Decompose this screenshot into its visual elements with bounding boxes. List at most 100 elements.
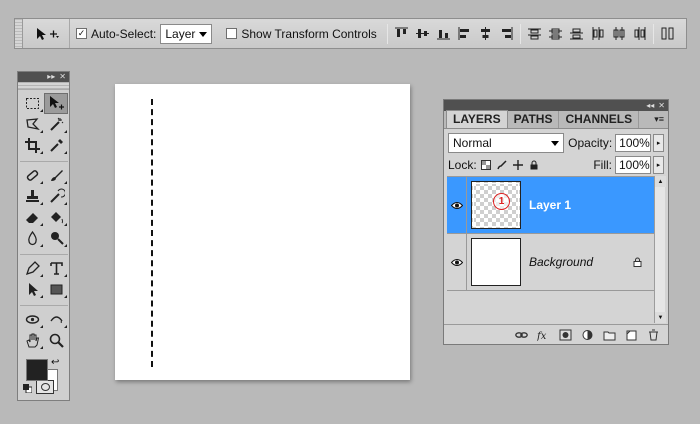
foreground-color-swatch[interactable] <box>26 359 48 381</box>
eraser-tool[interactable] <box>20 207 44 228</box>
quick-mask-icon <box>40 383 50 391</box>
lock-image-pixels-icon[interactable] <box>496 160 507 170</box>
hand-tool[interactable] <box>20 330 44 351</box>
magic-wand-tool[interactable] <box>44 114 68 135</box>
distribute-left-icon[interactable] <box>590 26 605 41</box>
default-colors-icon[interactable] <box>23 384 32 393</box>
distribute-top-icon[interactable] <box>527 26 542 41</box>
tools-panel-titlebar[interactable]: ▸▸ ✕ <box>18 72 69 82</box>
layer-name[interactable]: Layer 1 <box>529 198 654 212</box>
options-bar-grip[interactable] <box>15 19 23 48</box>
visibility-toggle[interactable] <box>447 176 467 234</box>
adjustment-layer-icon[interactable] <box>581 329 594 341</box>
delete-layer-icon[interactable] <box>647 329 660 341</box>
opacity-input[interactable]: 100% <box>615 134 652 152</box>
close-icon[interactable]: ✕ <box>658 101 665 110</box>
rectangle-tool[interactable] <box>44 279 68 300</box>
clone-stamp-tool[interactable] <box>20 186 44 207</box>
scroll-down-icon[interactable]: ▼ <box>655 312 666 323</box>
rectangular-marquee-tool[interactable] <box>20 93 44 114</box>
paint-bucket-icon <box>50 212 63 224</box>
tab-paths[interactable]: PATHS <box>508 111 560 128</box>
visibility-toggle[interactable] <box>447 233 467 291</box>
distribute-buttons <box>527 26 647 41</box>
tools-panel-grip[interactable] <box>18 82 69 90</box>
new-group-icon[interactable] <box>603 329 616 341</box>
auto-select-target-dropdown[interactable]: Layer <box>160 23 213 44</box>
align-right-edges-icon[interactable] <box>499 26 514 41</box>
layer-name[interactable]: Background <box>529 255 633 269</box>
align-vertical-centers-icon[interactable] <box>415 26 430 41</box>
layer-style-icon[interactable]: fx <box>537 329 550 341</box>
distribute-horizontal-centers-icon[interactable] <box>611 26 626 41</box>
lasso-icon <box>25 118 40 131</box>
document-canvas[interactable] <box>115 84 410 380</box>
lock-position-icon[interactable] <box>512 160 523 170</box>
step-marker: 1 <box>493 193 510 210</box>
lock-icon <box>633 257 642 267</box>
collapse-icon[interactable]: ▸▸ <box>47 73 55 81</box>
link-layers-icon[interactable] <box>515 329 528 341</box>
3d-rotate-icon <box>25 315 39 324</box>
scroll-up-icon[interactable]: ▲ <box>655 176 666 187</box>
lock-all-icon[interactable] <box>529 160 539 170</box>
distribute-vertical-centers-icon[interactable] <box>548 26 563 41</box>
new-layer-icon[interactable] <box>625 329 638 341</box>
layer-thumbnail[interactable] <box>471 238 521 286</box>
align-top-edges-icon[interactable] <box>394 26 409 41</box>
blend-mode-dropdown[interactable]: Normal <box>448 133 565 153</box>
layer-row-background[interactable]: Background <box>447 233 654 291</box>
fill-input[interactable]: 100% <box>615 156 651 174</box>
tab-layers[interactable]: LAYERS <box>446 110 508 128</box>
opacity-label: Opacity: <box>568 136 613 150</box>
spot-healing-brush-tool[interactable] <box>20 165 44 186</box>
chevron-down-icon <box>551 141 560 146</box>
stamp-icon <box>25 190 39 202</box>
brush-tool[interactable] <box>44 165 68 186</box>
lasso-tool[interactable] <box>20 114 44 135</box>
collapse-icon[interactable]: ◂◂ <box>646 101 654 110</box>
auto-select-checkbox[interactable]: ✓ <box>76 28 87 39</box>
align-left-edges-icon[interactable] <box>457 26 472 41</box>
opacity-slider-button[interactable]: ▸ <box>653 134 664 152</box>
show-transform-checkbox[interactable] <box>226 28 238 39</box>
align-bottom-edges-icon[interactable] <box>436 26 451 41</box>
marquee-icon <box>25 98 39 109</box>
dodge-tool[interactable] <box>44 228 68 249</box>
distribute-bottom-icon[interactable] <box>569 26 584 41</box>
path-selection-tool[interactable] <box>20 279 44 300</box>
type-tool[interactable] <box>44 258 68 279</box>
3d-orbit-tool[interactable] <box>44 309 68 330</box>
eyedropper-tool[interactable] <box>44 135 68 156</box>
history-brush-tool[interactable] <box>44 186 68 207</box>
quick-mask-button[interactable] <box>36 380 54 394</box>
distribute-right-icon[interactable] <box>632 26 647 41</box>
3d-rotate-tool[interactable] <box>20 309 44 330</box>
move-tool[interactable] <box>44 93 68 114</box>
fill-label: Fill: <box>593 158 612 172</box>
lock-transparent-pixels-icon[interactable] <box>480 160 491 170</box>
tab-channels[interactable]: CHANNELS <box>559 111 640 128</box>
layer-list-scrollbar[interactable]: ▲ ▼ <box>654 176 666 323</box>
tool-preset-picker[interactable] <box>23 19 70 48</box>
auto-align-layers-icon[interactable] <box>660 26 675 41</box>
eyedropper-icon <box>49 139 63 152</box>
zoom-tool[interactable] <box>44 330 68 351</box>
auto-select-label: Auto-Select: <box>91 26 157 41</box>
fill-slider-button[interactable]: ▸ <box>653 156 664 174</box>
divider <box>386 23 388 44</box>
swap-colors-icon[interactable]: ↩ <box>51 357 59 368</box>
layer-row-layer-1[interactable]: 1 Layer 1 <box>447 176 654 234</box>
add-mask-icon[interactable] <box>559 329 572 341</box>
align-horizontal-centers-icon[interactable] <box>478 26 493 41</box>
panel-menu-icon[interactable]: ▾≡ <box>654 115 664 124</box>
layer-thumbnail[interactable]: 1 <box>471 181 521 229</box>
healing-brush-icon <box>26 170 38 181</box>
close-icon[interactable]: ✕ <box>59 73 66 81</box>
blur-tool[interactable] <box>20 228 44 249</box>
layer-list: 1 Layer 1 Background <box>447 176 654 323</box>
magic-wand-icon <box>49 117 63 131</box>
pen-tool[interactable] <box>20 258 44 279</box>
paint-bucket-tool[interactable] <box>44 207 68 228</box>
crop-tool[interactable] <box>20 135 44 156</box>
